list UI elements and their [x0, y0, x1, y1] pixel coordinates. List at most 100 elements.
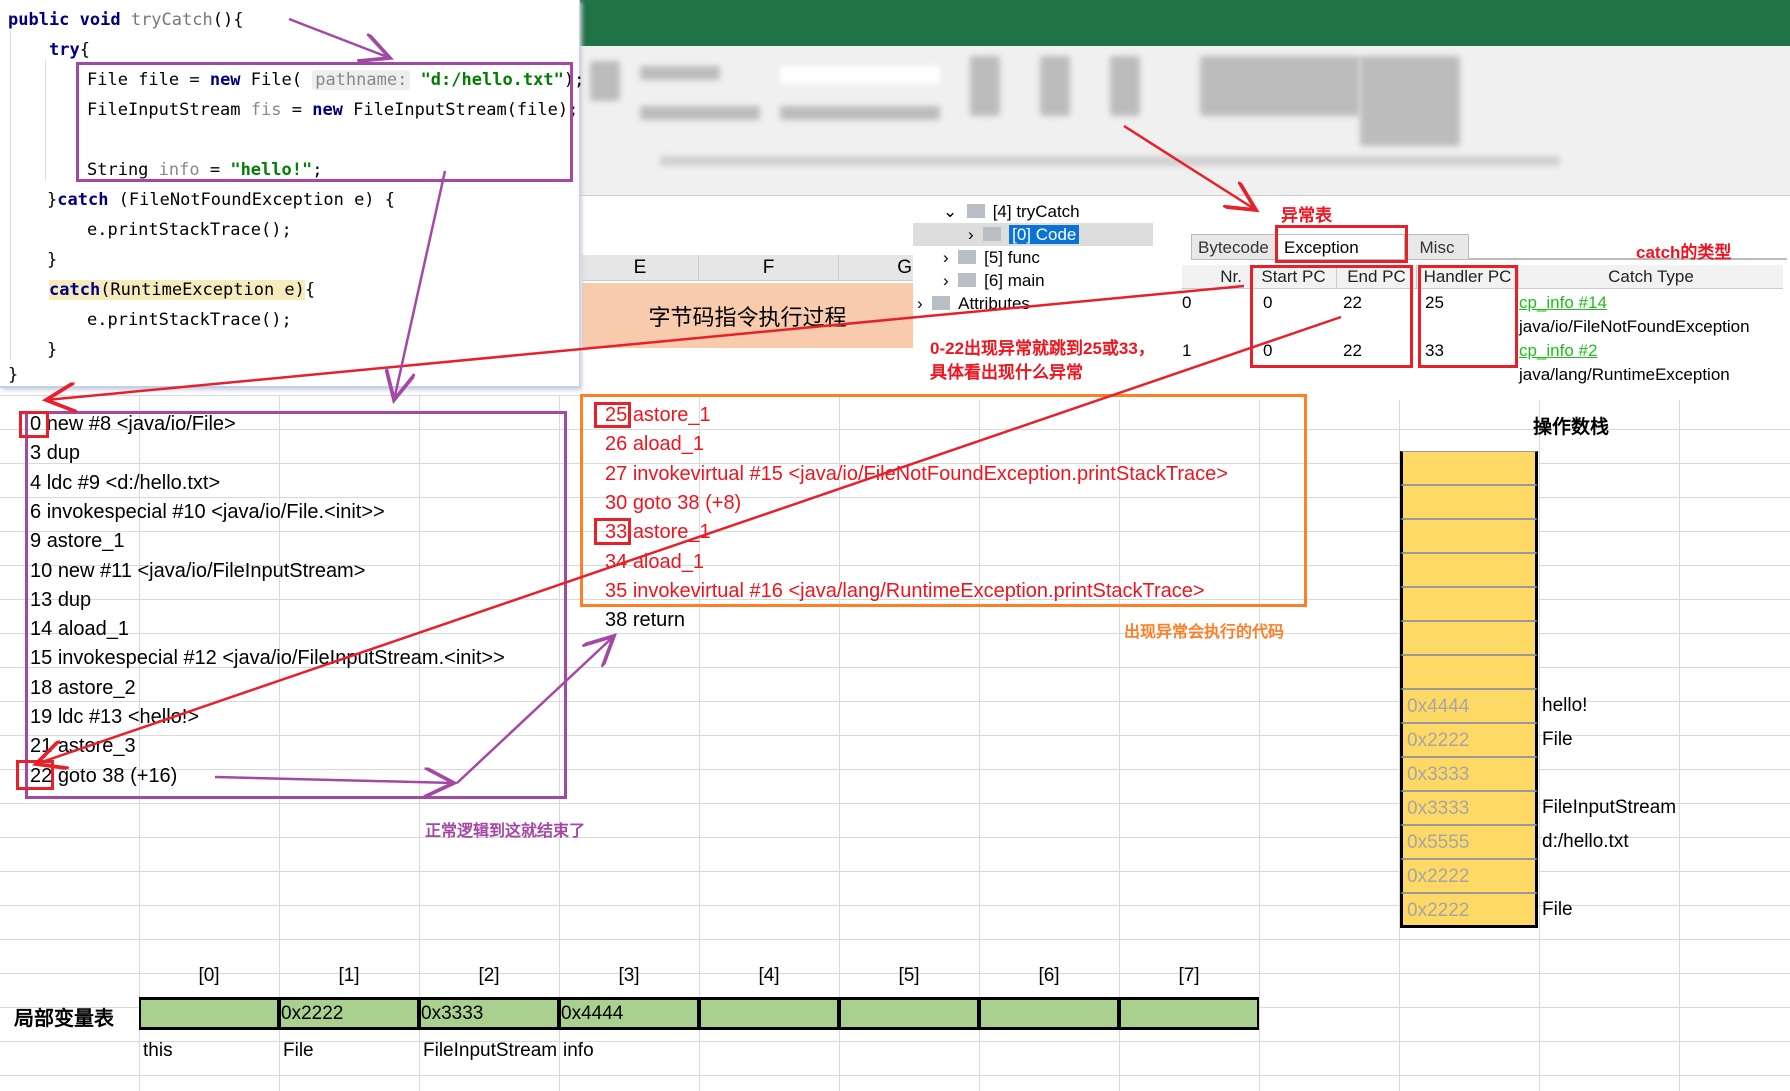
- stack-slot: 0x3333: [1400, 791, 1538, 825]
- code-line: e.printStackTrace();: [87, 217, 292, 243]
- folder-icon: [983, 227, 1002, 241]
- code-line: e.printStackTrace();: [87, 307, 292, 333]
- stack-slot-label: File: [1542, 899, 1573, 920]
- tab-bytecode[interactable]: Bytecode: [1191, 234, 1277, 260]
- chevron-right-icon: ›: [968, 225, 984, 244]
- bytecode-line: 14 aload_1: [30, 615, 129, 643]
- exception-table-label: 异常表: [1281, 206, 1332, 225]
- code-token: try: [49, 40, 80, 60]
- bytecode-pc: 6: [30, 500, 42, 523]
- bytecode-line: 35 invokevirtual #16 <java/lang/RuntimeE…: [605, 577, 1205, 605]
- bytecode-op: ldc #13 <hello!>: [57, 706, 200, 728]
- header-nr[interactable]: Nr.: [1182, 265, 1250, 289]
- bytecode-pc: 4: [30, 471, 42, 494]
- bytecode-line: 15 invokespecial #12 <java/io/FileInputS…: [30, 644, 505, 672]
- chevron-down-icon: ⌄: [943, 202, 967, 221]
- stack-slot: [1400, 621, 1538, 655]
- folder-icon: [958, 250, 977, 264]
- bytecode-line: 19 ldc #13 <hello!>: [30, 703, 199, 731]
- bytecode-op: dup: [57, 588, 92, 611]
- normal-flow-note: 正常逻辑到这就结束了: [425, 823, 586, 840]
- column-header-f[interactable]: F: [699, 255, 839, 280]
- stack-slot: 0x2222: [1400, 723, 1538, 757]
- excel-title-bar: [580, 0, 1790, 46]
- bytecode-line: 6 invokespecial #10 <java/io/File.<init>…: [30, 498, 385, 526]
- java-code-panel: public void tryCatch(){ try{ File file =…: [0, 0, 584, 388]
- column-header-e[interactable]: E: [582, 255, 699, 280]
- try-block-highlight: [76, 62, 573, 182]
- range-note-1: 0-22出现异常就跳到25或33，: [930, 339, 1155, 358]
- tree-item-attributes[interactable]: › Attributes: [917, 292, 1030, 315]
- operand-stack-title: 操作数栈: [1533, 417, 1610, 438]
- code-token: }: [47, 250, 58, 270]
- stack-slot: [1400, 553, 1538, 587]
- slot-value: [1119, 997, 1259, 1030]
- cell-catch-type: java/io/FileNotFoundException: [1519, 317, 1750, 336]
- pc-25-highlight: [594, 402, 631, 428]
- exception-tab-highlight: [1275, 225, 1408, 263]
- bytecode-op: astore_1: [46, 530, 125, 553]
- bytecode-pc: 26: [605, 433, 628, 456]
- tab-misc[interactable]: Misc: [1405, 234, 1469, 260]
- slot-name: FileInputStream: [423, 1040, 558, 1061]
- slot-name: this: [143, 1040, 173, 1061]
- slot-index: [0]: [198, 965, 220, 986]
- bytecode-op: dup: [46, 442, 81, 465]
- range-note-2: 具体看出现什么异常: [930, 363, 1083, 382]
- bytecode-op: astore_3: [57, 735, 136, 758]
- bytecode-op: aload_1: [632, 433, 704, 456]
- slot-name: info: [563, 1040, 594, 1061]
- bytecode-line: 21 astore_3: [30, 732, 136, 760]
- header-catch-type[interactable]: Catch Type: [1518, 265, 1783, 289]
- chevron-right-icon: ›: [943, 271, 959, 290]
- slot-index: [7]: [1178, 965, 1200, 986]
- tree-item-main[interactable]: › [6] main: [943, 269, 1045, 292]
- code-token: public void: [8, 10, 131, 30]
- tree-item-trycatch[interactable]: ⌄ [4] tryCatch: [943, 200, 1080, 223]
- bytecode-pc: 9: [30, 530, 42, 553]
- slot-value: [979, 997, 1119, 1030]
- bytecode-pc: 19: [30, 706, 53, 728]
- bytecode-op: astore_1: [632, 404, 711, 426]
- bytecode-pc: 18: [30, 676, 53, 699]
- tree-item-code[interactable]: › [0] Code: [913, 223, 1153, 246]
- stack-slot: 0x2222: [1400, 859, 1538, 893]
- bytecode-op: new #11 <java/io/FileInputStream>: [57, 559, 366, 582]
- code-line: }: [47, 337, 57, 363]
- bytecode-op: invokevirtual #16 <java/lang/RuntimeExce…: [632, 579, 1205, 602]
- bytecode-line: 30 goto 38 (+8): [605, 489, 741, 517]
- slot-value: 0x3333: [419, 997, 559, 1030]
- bytecode-pc: 30: [605, 491, 628, 514]
- cp-info-link[interactable]: cp_info #14: [1519, 291, 1607, 315]
- slot-index: [6]: [1038, 965, 1060, 986]
- slot-value: [839, 997, 979, 1030]
- stack-slot: [1400, 451, 1538, 485]
- bytecode-pc: 14: [30, 618, 53, 641]
- code-token: (RuntimeException e): [100, 280, 305, 300]
- bytecode-line: 3 dup: [30, 439, 80, 467]
- column-header-g[interactable]: G: [839, 255, 915, 280]
- bytecode-pc: 35: [605, 579, 628, 602]
- bytecode-op: aload_1: [57, 618, 129, 641]
- catch-type-label: catch的类型: [1636, 243, 1732, 262]
- bytecode-op: goto 38 (+16): [57, 764, 178, 787]
- bytecode-op: invokespecial #10 <java/io/File.<init>>: [46, 500, 385, 523]
- cell-catch-type: java/lang/RuntimeException: [1519, 365, 1730, 384]
- folder-icon: [966, 204, 985, 218]
- code-line: try{: [49, 37, 90, 63]
- cp-info-link[interactable]: cp_info #2: [1519, 339, 1597, 363]
- bytecode-pc: 10: [30, 559, 53, 582]
- bytecode-line: 13 dup: [30, 586, 91, 614]
- title-cell[interactable]: 字节码指令执行过程: [582, 283, 913, 348]
- tree-item-func[interactable]: › [5] func: [943, 246, 1040, 269]
- slot-name: File: [283, 1040, 314, 1061]
- bytecode-pc: 21: [30, 735, 53, 758]
- code-line: catch(RuntimeException e){: [49, 277, 315, 303]
- folder-icon: [958, 273, 977, 287]
- bytecode-line-return: 38 return: [605, 609, 686, 631]
- bytecode-op: astore_1: [632, 521, 711, 544]
- column-headers: E F G: [582, 255, 915, 281]
- stack-slot-label: FileInputStream: [1542, 797, 1677, 818]
- pc-22-highlight: [16, 760, 54, 790]
- code-token: e.printStackTrace();: [87, 310, 292, 330]
